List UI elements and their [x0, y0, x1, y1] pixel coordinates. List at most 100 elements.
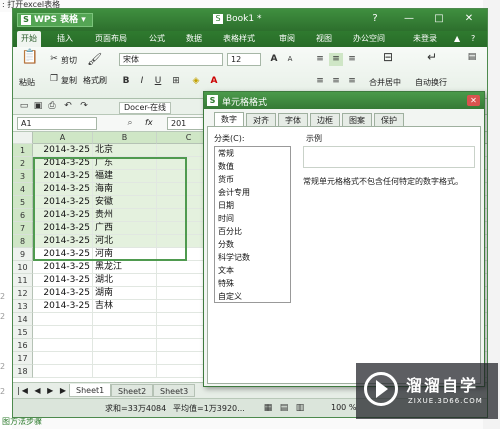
cell-date[interactable]: 2014-3-25 — [33, 183, 93, 196]
align-right-icon[interactable]: ≡ — [345, 75, 359, 88]
cell-region[interactable] — [93, 352, 157, 365]
cut-icon[interactable]: ✂ — [47, 53, 61, 66]
sheet-tab-sheet2[interactable]: Sheet2 — [111, 384, 154, 397]
menu-tab-data[interactable]: 数据 — [182, 31, 206, 47]
cell-date[interactable]: 2014-3-25 — [33, 144, 93, 157]
category-item[interactable]: 会计专用 — [218, 188, 250, 198]
copy-button[interactable]: 复制 — [61, 75, 77, 86]
cell-region[interactable]: 海南 — [93, 183, 157, 196]
cell-region[interactable] — [93, 365, 157, 378]
category-item[interactable]: 数值 — [218, 162, 234, 172]
row-header[interactable]: 4 — [13, 183, 33, 196]
cell-date[interactable]: 2014-3-25 — [33, 157, 93, 170]
sheet-nav-arrows[interactable]: |◀ ◀ ▶ ▶| — [17, 386, 73, 395]
row-header[interactable]: 16 — [13, 339, 33, 352]
cell-date[interactable]: 2014-3-25 — [33, 261, 93, 274]
sheet-tab-sheet3[interactable]: Sheet3 — [153, 384, 196, 397]
category-item[interactable]: 文本 — [218, 266, 234, 276]
cell-date[interactable] — [33, 352, 93, 365]
row-header[interactable]: 2 — [13, 157, 33, 170]
merge-center-button[interactable]: 合并居中 — [369, 77, 401, 88]
dialog-tab-pattern[interactable]: 图案 — [342, 113, 372, 127]
page-view-icon[interactable]: ▤ — [277, 402, 291, 415]
row-header[interactable]: 14 — [13, 313, 33, 326]
row-header[interactable]: 5 — [13, 196, 33, 209]
category-item[interactable]: 货币 — [218, 175, 234, 185]
normal-view-icon[interactable]: ▦ — [261, 402, 275, 415]
row-header[interactable]: 9 — [13, 248, 33, 261]
row-header[interactable]: 15 — [13, 326, 33, 339]
dialog-tab-border[interactable]: 边框 — [310, 113, 340, 127]
format-painter-icon[interactable]: 🖌 — [87, 53, 102, 66]
category-list[interactable]: 常规 数值 货币 会计专用 日期 时间 百分比 分数 科学记数 文本 特殊 自定… — [214, 146, 291, 303]
wrap-text-icon[interactable]: ↵ — [423, 51, 441, 69]
menu-tab-review[interactable]: 审阅 — [275, 31, 299, 47]
undo-icon[interactable]: ↶ — [61, 100, 75, 113]
app-menu-button[interactable]: S WPS 表格 ▾ — [17, 13, 93, 27]
category-item[interactable]: 特殊 — [218, 279, 234, 289]
category-item[interactable]: 分数 — [218, 240, 234, 250]
cell-region[interactable]: 福建 — [93, 170, 157, 183]
select-all-corner[interactable] — [13, 132, 33, 144]
cell-region[interactable]: 北京 — [93, 144, 157, 157]
cell-date[interactable]: 2014-3-25 — [33, 196, 93, 209]
cell-region[interactable] — [93, 326, 157, 339]
menu-tab-insert[interactable]: 插入 — [53, 31, 77, 47]
row-header[interactable]: 6 — [13, 209, 33, 222]
login-status[interactable]: 未登录 — [409, 31, 441, 47]
row-header[interactable]: 12 — [13, 287, 33, 300]
break-view-icon[interactable]: ▥ — [293, 402, 307, 415]
row-header[interactable]: 3 — [13, 170, 33, 183]
dialog-title-bar[interactable]: S 单元格格式 ✕ — [204, 92, 484, 109]
cell-region[interactable]: 河北 — [93, 235, 157, 248]
cell-date[interactable]: 2014-3-25 — [33, 300, 93, 313]
cell-date[interactable]: 2014-3-25 — [33, 248, 93, 261]
next-sheet-icon[interactable]: ▶ — [47, 386, 55, 395]
docer-online-tab[interactable]: Docer-在线 — [119, 102, 172, 114]
row-header[interactable]: 7 — [13, 222, 33, 235]
cell-region[interactable]: 贵州 — [93, 209, 157, 222]
category-item[interactable]: 日期 — [218, 201, 234, 211]
menu-tab-page-layout[interactable]: 页面布局 — [91, 31, 131, 47]
wrap-text-button[interactable]: 自动换行 — [415, 77, 447, 88]
minimize-button[interactable]: — — [401, 12, 417, 26]
font-name-select[interactable]: 宋体 — [119, 53, 223, 66]
cell-date[interactable] — [33, 326, 93, 339]
sheet-tab-sheet1[interactable]: Sheet1 — [69, 384, 112, 397]
copy-icon[interactable]: ❐ — [47, 73, 61, 86]
menu-tab-view[interactable]: 视图 — [312, 31, 336, 47]
underline-button[interactable]: U — [151, 75, 165, 88]
row-header[interactable]: 1 — [13, 144, 33, 157]
more-options-icon[interactable]: ▤ — [463, 51, 481, 69]
dialog-tab-alignment[interactable]: 对齐 — [246, 113, 276, 127]
search-icon[interactable]: ⌕ — [123, 117, 137, 130]
cell-date[interactable]: 2014-3-25 — [33, 209, 93, 222]
merge-center-icon[interactable]: ⊟ — [379, 51, 397, 69]
cell-date[interactable] — [33, 339, 93, 352]
cell-region[interactable]: 黑龙江 — [93, 261, 157, 274]
row-header[interactable]: 13 — [13, 300, 33, 313]
cell-region[interactable]: 广西 — [93, 222, 157, 235]
cell-region[interactable] — [93, 313, 157, 326]
row-header[interactable]: 11 — [13, 274, 33, 287]
border-icon[interactable]: ⊞ — [169, 75, 183, 88]
align-top-icon[interactable]: ≡ — [313, 53, 327, 66]
first-sheet-icon[interactable]: |◀ — [17, 386, 30, 395]
align-middle-icon[interactable]: ≡ — [329, 53, 343, 66]
cell-region[interactable]: 湖北 — [93, 274, 157, 287]
bold-button[interactable]: B — [119, 75, 133, 88]
function-button[interactable]: fx — [145, 118, 153, 127]
cell-date[interactable] — [33, 313, 93, 326]
zoom-level[interactable]: 100 % — [331, 403, 356, 412]
help-button[interactable]: ? — [367, 12, 383, 26]
category-item[interactable]: 自定义 — [218, 292, 242, 302]
menu-tab-office-space[interactable]: 办公空间 — [349, 31, 389, 47]
help-icon[interactable]: ? — [467, 31, 479, 47]
cell-date[interactable]: 2014-3-25 — [33, 170, 93, 183]
align-bottom-icon[interactable]: ≡ — [345, 53, 359, 66]
cut-button[interactable]: 剪切 — [61, 55, 77, 66]
save-icon[interactable]: ▣ — [31, 100, 45, 113]
dialog-close-button[interactable]: ✕ — [467, 95, 480, 106]
align-left-icon[interactable]: ≡ — [313, 75, 327, 88]
format-painter-button[interactable]: 格式刷 — [83, 75, 107, 86]
